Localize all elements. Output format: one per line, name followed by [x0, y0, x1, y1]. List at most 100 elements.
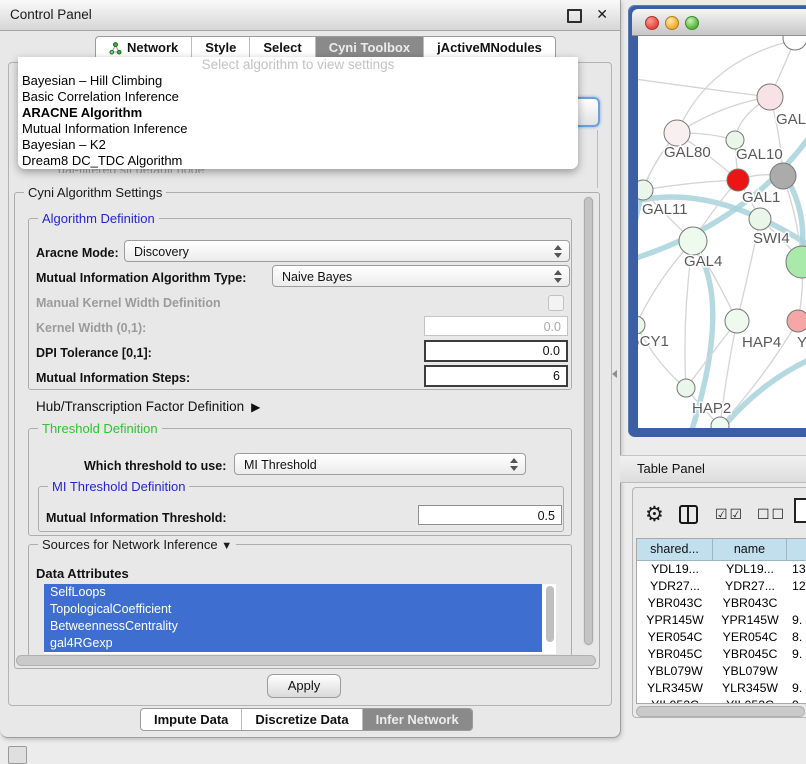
document-icon[interactable]	[794, 498, 806, 523]
table-row[interactable]: YBR043CYBR043C	[637, 595, 806, 612]
table-row[interactable]: YDR27...YDR27...12	[637, 578, 806, 595]
minimize-window-icon[interactable]	[665, 16, 679, 30]
node-label: Y	[797, 334, 806, 351]
table-cell: YDL19...	[637, 561, 713, 578]
table-cell: YER054C	[637, 629, 713, 646]
tab-style[interactable]: Style	[191, 37, 249, 59]
node-table[interactable]: shared...name YDL19...YDL19...13YDR27...…	[636, 538, 806, 704]
tab-jactivemnodules[interactable]: jActiveMNodules	[423, 37, 555, 59]
network-node[interactable]	[727, 169, 749, 191]
settings-horizontal-scrollbar[interactable]	[16, 655, 596, 666]
table-row[interactable]: YPR145WYPR145W9.	[637, 612, 806, 629]
dpi-tolerance-field[interactable]: 0.0	[424, 340, 568, 362]
splitter-collapse-icon[interactable]	[608, 370, 617, 378]
network-window-titlebar[interactable]	[632, 9, 806, 36]
aracne-mode-select[interactable]: Discovery	[124, 240, 570, 262]
table-cell: 9.	[787, 697, 806, 704]
tab-select[interactable]: Select	[249, 37, 314, 59]
data-attributes-label: Data Attributes	[36, 566, 129, 581]
network-edge[interactable]	[643, 180, 738, 190]
mi-steps-field[interactable]: 6	[424, 365, 568, 387]
hub-definition-expander[interactable]: Hub/Transcription Factor Definition▶	[36, 399, 260, 414]
table-cell: YER054C	[713, 629, 787, 646]
float-window-icon[interactable]	[567, 9, 582, 23]
table-cell	[787, 595, 806, 612]
manual-kernel-checkbox[interactable]	[548, 295, 564, 311]
network-node[interactable]	[749, 208, 771, 230]
mi-type-select[interactable]: Naive Bayes	[272, 265, 570, 287]
table-row[interactable]: YIL052CYIL052C9.	[637, 697, 806, 704]
table-row[interactable]: YER054CYER054C8.	[637, 629, 806, 646]
node-label: GAL1	[742, 189, 780, 206]
algorithm-option[interactable]: Basic Correlation Inference	[18, 89, 578, 105]
column-header[interactable]	[787, 539, 806, 560]
network-node[interactable]	[638, 316, 645, 334]
network-node[interactable]	[664, 120, 690, 146]
algorithm-option[interactable]: ARACNE Algorithm	[18, 105, 578, 121]
kernel-width-field[interactable]: 0.0	[424, 316, 568, 336]
settings-vertical-scrollbar[interactable]	[583, 196, 594, 646]
network-node[interactable]	[786, 246, 806, 278]
network-canvas[interactable]: GALGAL80GAL10GAL1GAL11SWI4GAL4GCY1HAP4YH…	[638, 36, 806, 428]
select-all-icon[interactable]: ☑☑	[715, 506, 744, 523]
network-node[interactable]	[757, 84, 783, 110]
deselect-all-icon[interactable]: ☐☐	[757, 506, 786, 523]
network-node[interactable]	[725, 309, 749, 333]
tab-impute-data[interactable]: Impute Data	[141, 709, 241, 730]
network-edge[interactable]	[638, 78, 770, 97]
tab-discretize-data[interactable]: Discretize Data	[241, 709, 361, 730]
apply-button[interactable]: Apply	[267, 674, 341, 698]
table-row[interactable]: YBR045CYBR045C9.	[637, 646, 806, 663]
dock-panel-icon[interactable]	[8, 746, 27, 764]
attribute-item[interactable]: TopologicalCoefficient	[44, 601, 542, 618]
close-panel-icon[interactable]: ✕	[596, 6, 608, 23]
network-tab-icon	[109, 42, 122, 55]
attribute-item[interactable]: BetweennessCentrality	[44, 618, 542, 635]
table-body: YDL19...YDL19...13YDR27...YDR27...12YBR0…	[637, 561, 806, 704]
algorithm-option[interactable]: Bayesian – Hill Climbing	[18, 73, 578, 89]
network-node[interactable]	[677, 379, 695, 397]
tab-infer-network[interactable]: Infer Network	[362, 709, 472, 730]
gear-icon[interactable]: ⚙	[645, 502, 664, 527]
tab-network[interactable]: Network	[96, 37, 191, 59]
table-header-row: shared...name	[637, 539, 806, 561]
which-threshold-label: Which threshold to use:	[84, 459, 226, 473]
network-node[interactable]	[638, 180, 653, 200]
control-panel-window: Control Panel ✕ Network Style Select Cyn…	[0, 0, 621, 738]
table-row[interactable]: YDL19...YDL19...13	[637, 561, 806, 578]
network-node[interactable]	[787, 310, 806, 332]
attribute-item[interactable]: SelfLoops	[44, 584, 542, 601]
tab-cyni-toolbox[interactable]: Cyni Toolbox	[315, 37, 423, 59]
node-label: SWI4	[753, 230, 790, 247]
close-window-icon[interactable]	[645, 16, 659, 30]
network-node[interactable]	[679, 227, 707, 255]
data-attributes-list[interactable]: SelfLoopsTopologicalCoefficientBetweenne…	[44, 584, 556, 654]
table-cell: YIL052C	[713, 697, 787, 704]
columns-icon[interactable]	[679, 505, 698, 524]
algorithm-option[interactable]: Mutual Information Inference	[18, 121, 578, 137]
expander-arrow-icon: ▶	[251, 400, 260, 414]
list-scrollbar[interactable]	[546, 586, 554, 642]
algorithm-dropdown-popup: Select algorithm to view settings Bayesi…	[18, 57, 578, 169]
column-header[interactable]: shared...	[637, 539, 713, 560]
algorithm-placeholder: Select algorithm to view settings	[18, 57, 578, 73]
attribute-item[interactable]: gal4RGexp	[44, 635, 542, 652]
network-node[interactable]	[783, 36, 806, 50]
table-cell: 8.	[787, 629, 806, 646]
which-threshold-select[interactable]: MI Threshold	[234, 453, 526, 475]
network-node[interactable]	[770, 163, 796, 189]
network-edge[interactable]	[638, 133, 677, 325]
table-cell: YIL052C	[637, 697, 713, 704]
network-edge[interactable]	[677, 97, 770, 133]
sources-legend[interactable]: Sources for Network Inference ▼	[38, 537, 236, 552]
zoom-window-icon[interactable]	[685, 16, 699, 30]
algorithm-option[interactable]: Bayesian – K2	[18, 137, 578, 153]
mi-threshold-field[interactable]: 0.5	[418, 505, 562, 525]
table-row[interactable]: YLR345WYLR345W9.	[637, 680, 806, 697]
table-horizontal-scrollbar[interactable]	[636, 706, 805, 717]
column-header[interactable]: name	[713, 539, 787, 560]
table-row[interactable]: YBL079WYBL079W	[637, 663, 806, 680]
mi-steps-label: Mutual Information Steps:	[36, 371, 190, 385]
algorithm-option[interactable]: Dream8 DC_TDC Algorithm	[18, 153, 578, 169]
network-edge[interactable]	[716, 358, 806, 428]
